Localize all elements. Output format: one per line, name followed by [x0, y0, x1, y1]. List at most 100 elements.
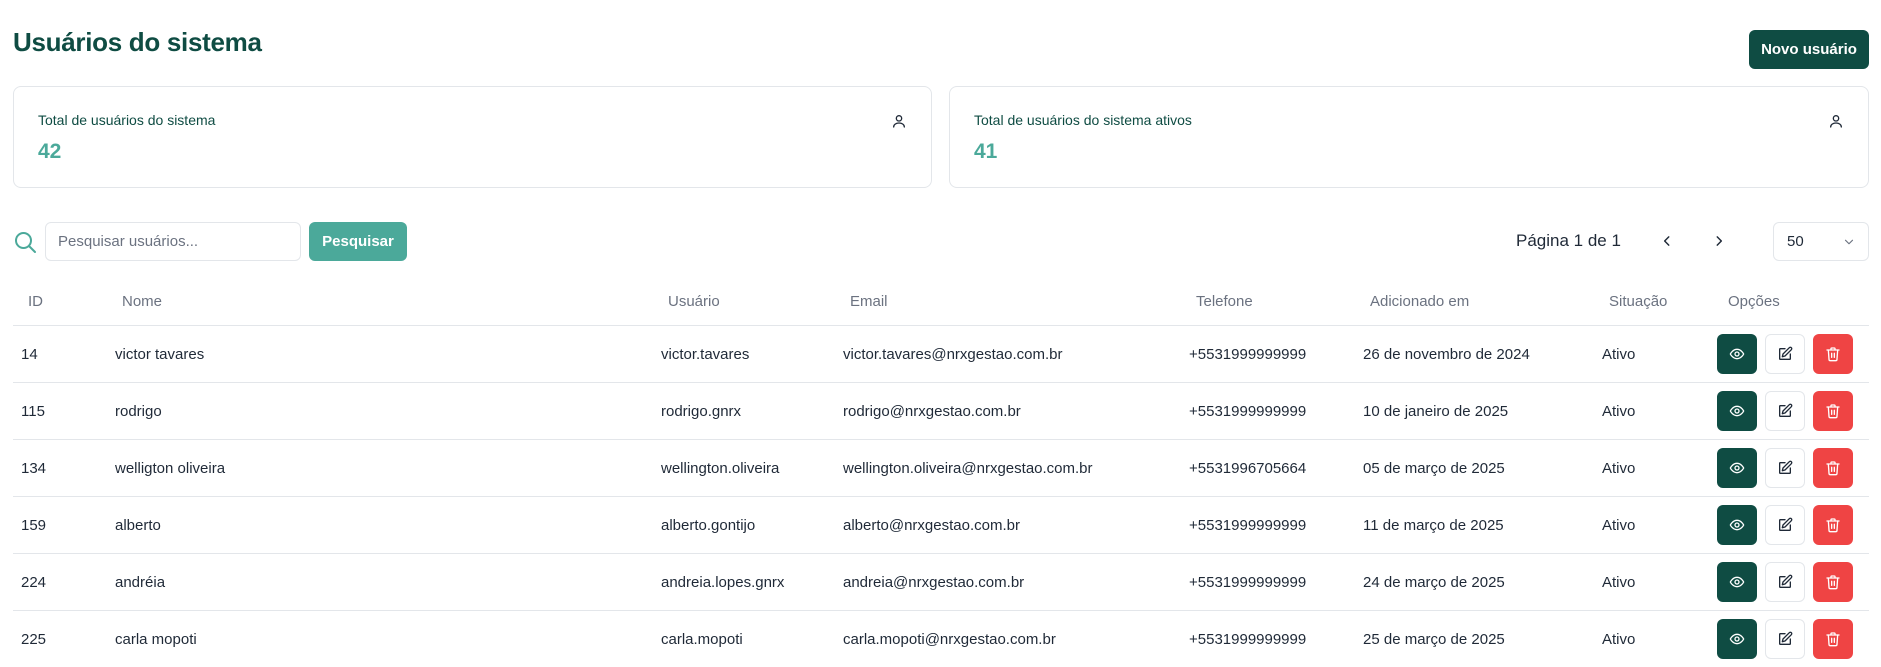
edit-icon	[1777, 403, 1793, 419]
table-row: 14victor tavaresvictor.tavaresvictor.tav…	[13, 326, 1869, 383]
delete-user-button[interactable]	[1813, 562, 1853, 602]
column-header-id: ID	[13, 277, 107, 326]
cell-status: Ativo	[1594, 440, 1713, 497]
cell-status: Ativo	[1594, 497, 1713, 554]
cell-name: carla mopoti	[107, 611, 653, 667]
edit-user-button[interactable]	[1765, 619, 1805, 659]
edit-icon	[1777, 517, 1793, 533]
page-size-value: 50	[1787, 233, 1804, 250]
user-icon	[1828, 113, 1844, 129]
stat-card-total-users: Total de usuários do sistema 42	[13, 86, 932, 188]
eye-icon	[1729, 403, 1745, 419]
view-user-button[interactable]	[1717, 448, 1757, 488]
trash-icon	[1825, 574, 1841, 590]
view-user-button[interactable]	[1717, 619, 1757, 659]
cell-id: 134	[13, 440, 107, 497]
cell-options	[1713, 383, 1869, 440]
cell-added: 26 de novembro de 2024	[1355, 326, 1594, 383]
eye-icon	[1729, 574, 1745, 590]
cell-name: alberto	[107, 497, 653, 554]
search-input[interactable]	[45, 222, 301, 261]
cell-name: rodrigo	[107, 383, 653, 440]
cell-phone: +5531999999999	[1181, 497, 1355, 554]
page-size-select[interactable]: 50	[1773, 222, 1869, 261]
cell-added: 11 de março de 2025	[1355, 497, 1594, 554]
cell-added: 25 de março de 2025	[1355, 611, 1594, 667]
cell-status: Ativo	[1594, 326, 1713, 383]
view-user-button[interactable]	[1717, 391, 1757, 431]
stat-label: Total de usuários do sistema	[38, 112, 215, 128]
delete-user-button[interactable]	[1813, 505, 1853, 545]
next-page-button[interactable]	[1704, 226, 1734, 256]
delete-user-button[interactable]	[1813, 391, 1853, 431]
table-row: 134welligton oliveirawellington.oliveira…	[13, 440, 1869, 497]
cell-phone: +5531999999999	[1181, 326, 1355, 383]
stat-value: 42	[38, 140, 61, 164]
table-row: 225carla mopoticarla.mopoticarla.mopoti@…	[13, 611, 1869, 667]
column-header-options: Opções	[1713, 277, 1869, 326]
search-button[interactable]: Pesquisar	[309, 222, 407, 261]
table-row: 159albertoalberto.gontijoalberto@nrxgest…	[13, 497, 1869, 554]
cell-user: victor.tavares	[653, 326, 835, 383]
delete-user-button[interactable]	[1813, 334, 1853, 374]
cell-user: alberto.gontijo	[653, 497, 835, 554]
trash-icon	[1825, 346, 1841, 362]
stat-card-active-users: Total de usuários do sistema ativos 41	[949, 86, 1869, 188]
table-row: 224andréiaandreia.lopes.gnrxandreia@nrxg…	[13, 554, 1869, 611]
trash-icon	[1825, 631, 1841, 647]
cell-email: alberto@nrxgestao.com.br	[835, 497, 1181, 554]
column-header-name: Nome	[107, 277, 653, 326]
eye-icon	[1729, 346, 1745, 362]
cell-id: 14	[13, 326, 107, 383]
trash-icon	[1825, 460, 1841, 476]
table-row: 115rodrigorodrigo.gnrxrodrigo@nrxgestao.…	[13, 383, 1869, 440]
view-user-button[interactable]	[1717, 334, 1757, 374]
view-user-button[interactable]	[1717, 562, 1757, 602]
edit-user-button[interactable]	[1765, 391, 1805, 431]
row-actions	[1713, 334, 1869, 374]
new-user-button[interactable]: Novo usuário	[1749, 30, 1869, 69]
previous-page-button[interactable]	[1652, 226, 1682, 256]
cell-email: victor.tavares@nrxgestao.com.br	[835, 326, 1181, 383]
column-header-phone: Telefone	[1181, 277, 1355, 326]
cell-id: 159	[13, 497, 107, 554]
cell-added: 05 de março de 2025	[1355, 440, 1594, 497]
row-actions	[1713, 619, 1869, 659]
cell-email: andreia@nrxgestao.com.br	[835, 554, 1181, 611]
cell-phone: +5531999999999	[1181, 554, 1355, 611]
delete-user-button[interactable]	[1813, 619, 1853, 659]
cell-status: Ativo	[1594, 383, 1713, 440]
edit-user-button[interactable]	[1765, 448, 1805, 488]
cell-phone: +5531999999999	[1181, 611, 1355, 667]
page-title: Usuários do sistema	[13, 27, 262, 58]
edit-icon	[1777, 460, 1793, 476]
view-user-button[interactable]	[1717, 505, 1757, 545]
trash-icon	[1825, 517, 1841, 533]
search-icon	[13, 230, 37, 254]
row-actions	[1713, 448, 1869, 488]
edit-icon	[1777, 346, 1793, 362]
row-actions	[1713, 505, 1869, 545]
column-header-user: Usuário	[653, 277, 835, 326]
stat-value: 41	[974, 140, 997, 164]
cell-name: welligton oliveira	[107, 440, 653, 497]
chevron-left-icon	[1660, 234, 1674, 248]
page-info: Página 1 de 1	[1516, 231, 1621, 251]
table-body: 14victor tavaresvictor.tavaresvictor.tav…	[13, 326, 1869, 667]
eye-icon	[1729, 517, 1745, 533]
delete-user-button[interactable]	[1813, 448, 1853, 488]
column-header-added: Adicionado em	[1355, 277, 1594, 326]
cell-status: Ativo	[1594, 611, 1713, 667]
cell-email: rodrigo@nrxgestao.com.br	[835, 383, 1181, 440]
table-header-row: ID Nome Usuário Email Telefone Adicionad…	[13, 277, 1869, 326]
edit-user-button[interactable]	[1765, 505, 1805, 545]
cell-id: 224	[13, 554, 107, 611]
edit-user-button[interactable]	[1765, 334, 1805, 374]
users-page: Usuários do sistema Novo usuário Total d…	[0, 0, 1881, 665]
cell-user: rodrigo.gnrx	[653, 383, 835, 440]
chevron-right-icon	[1712, 234, 1726, 248]
cell-id: 225	[13, 611, 107, 667]
cell-user: carla.mopoti	[653, 611, 835, 667]
cell-options	[1713, 497, 1869, 554]
edit-user-button[interactable]	[1765, 562, 1805, 602]
